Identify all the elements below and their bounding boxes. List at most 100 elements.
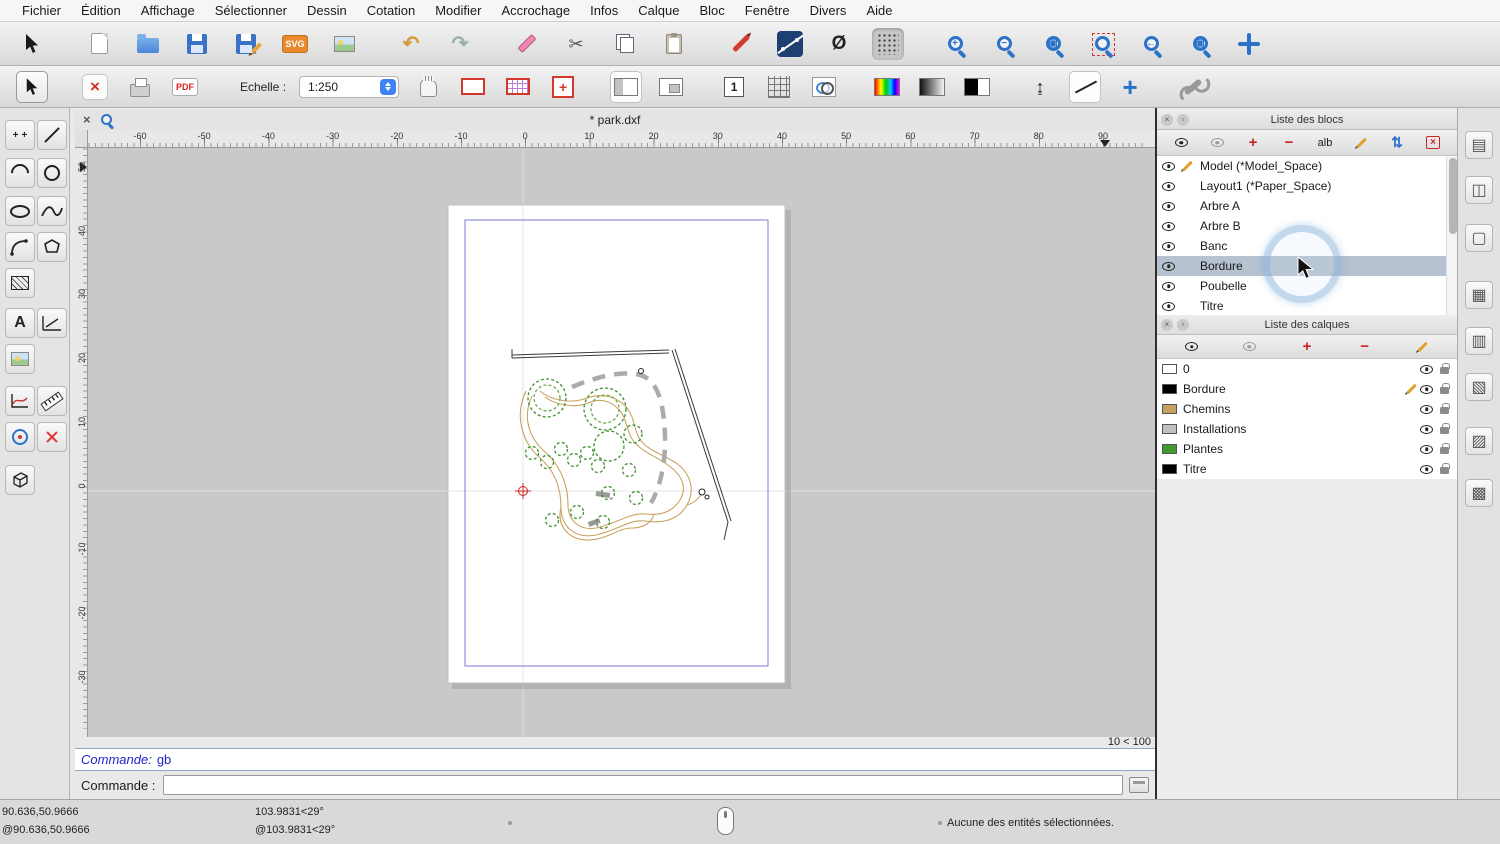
- polyline-mode-button[interactable]: [774, 28, 806, 60]
- line-style-button[interactable]: [1069, 70, 1102, 103]
- block-row-layout1-paper-space[interactable]: Layout1 (*Paper_Space): [1157, 176, 1457, 196]
- block-row-titre[interactable]: Titre: [1157, 296, 1457, 315]
- draw-pen-button[interactable]: [725, 28, 757, 60]
- view-3d-tool-button[interactable]: [5, 465, 35, 495]
- block-visibility-eye-icon[interactable]: [1162, 221, 1175, 231]
- block-row-arbre-a[interactable]: Arbre A: [1157, 196, 1457, 216]
- flip-vertical-button[interactable]: ↨: [1024, 71, 1056, 103]
- arc-tool-button[interactable]: [5, 158, 35, 188]
- columns-panel-icon[interactable]: ▧: [1465, 373, 1493, 401]
- command-options-icon[interactable]: [1129, 777, 1149, 793]
- image-tool-button[interactable]: [5, 344, 35, 374]
- snap-tool-button[interactable]: [37, 422, 67, 452]
- zoom-detail-button[interactable]: [808, 71, 840, 103]
- show-block-button[interactable]: [1168, 133, 1194, 153]
- polygon-tool-button[interactable]: [37, 232, 67, 262]
- document-zoom-icon[interactable]: [101, 114, 112, 125]
- zoom-out-button[interactable]: −: [988, 28, 1020, 60]
- info-tool-button[interactable]: [5, 386, 35, 416]
- menu-item-dessin[interactable]: Dessin: [297, 3, 357, 18]
- layer-visibility-eye-icon[interactable]: [1420, 464, 1433, 474]
- remove-layer-button[interactable]: −: [1352, 337, 1378, 357]
- pdf-export-button[interactable]: PDF: [169, 71, 201, 103]
- layer-lock-icon[interactable]: [1440, 423, 1450, 434]
- paste-button[interactable]: [658, 28, 690, 60]
- layer-visibility-eye-icon[interactable]: [1420, 424, 1433, 434]
- block-row-banc[interactable]: Banc: [1157, 236, 1457, 256]
- layer-visibility-eye-icon[interactable]: [1420, 364, 1433, 374]
- text-tool-button[interactable]: A: [5, 308, 35, 338]
- measure-tool-button[interactable]: [37, 386, 67, 416]
- close-panel-icon[interactable]: ×: [1161, 114, 1173, 126]
- notes-panel-icon[interactable]: ▨: [1465, 427, 1493, 455]
- menu-item-infos[interactable]: Infos: [580, 3, 628, 18]
- selection-tool-button[interactable]: [16, 28, 48, 60]
- command-input[interactable]: [163, 775, 1123, 795]
- line-tool-button[interactable]: [37, 120, 67, 150]
- dimension-tool-button[interactable]: [37, 308, 67, 338]
- clipboard-panel-icon[interactable]: ▩: [1465, 479, 1493, 507]
- viewport-inset-button[interactable]: [655, 71, 687, 103]
- active-tool-button[interactable]: [16, 70, 48, 103]
- add-layer-button[interactable]: +: [1294, 337, 1320, 357]
- sheet-view-icon[interactable]: ▢: [1465, 224, 1493, 252]
- filter-panel-icon[interactable]: ▥: [1465, 327, 1493, 355]
- delete-tool-button[interactable]: [511, 28, 543, 60]
- layer-visibility-eye-icon[interactable]: [1420, 384, 1433, 394]
- point-tool-button[interactable]: + +: [5, 120, 35, 150]
- menu-item-e-dition[interactable]: Édition: [71, 3, 131, 18]
- viewport-shaded-button[interactable]: [610, 70, 643, 103]
- block-row-model-model-space[interactable]: Model (*Model_Space): [1157, 156, 1457, 176]
- grayscale-button[interactable]: [916, 71, 948, 103]
- cut-button[interactable]: ✂: [560, 28, 592, 60]
- block-visibility-eye-icon[interactable]: [1162, 181, 1175, 191]
- edit-layer-button[interactable]: [1409, 337, 1435, 357]
- undo-button[interactable]: ↶: [395, 28, 427, 60]
- block-row-arbre-b[interactable]: Arbre B: [1157, 216, 1457, 236]
- layer-lock-icon[interactable]: [1440, 383, 1450, 394]
- block-visibility-eye-icon[interactable]: [1162, 261, 1175, 271]
- svg-export-button[interactable]: SVG: [279, 28, 311, 60]
- scrollbar-thumb[interactable]: [1448, 158, 1457, 234]
- auto-zoom-button[interactable]: ▣: [1037, 28, 1069, 60]
- menu-item-bloc[interactable]: Bloc: [689, 3, 734, 18]
- drawing-canvas[interactable]: [88, 148, 1155, 737]
- grid-lines-button[interactable]: [763, 71, 795, 103]
- paper-grid-button[interactable]: [502, 71, 534, 103]
- zoom-window-button[interactable]: ▣: [1184, 28, 1216, 60]
- layer-lock-icon[interactable]: [1440, 363, 1450, 374]
- close-drawing-button[interactable]: ×: [79, 71, 111, 103]
- rename-block-button[interactable]: alb: [1312, 133, 1338, 153]
- layer-lock-icon[interactable]: [1440, 443, 1450, 454]
- delete-block-button[interactable]: ×: [1420, 133, 1446, 153]
- menu-item-affichage[interactable]: Affichage: [131, 3, 205, 18]
- layer-lock-icon[interactable]: [1440, 463, 1450, 474]
- origin-marker-button[interactable]: +: [547, 71, 579, 103]
- close-panel-icon[interactable]: ×: [1161, 319, 1173, 331]
- menu-item-modifier[interactable]: Modifier: [425, 3, 491, 18]
- print-button[interactable]: [124, 71, 156, 103]
- zoom-in-button[interactable]: +: [939, 28, 971, 60]
- close-document-icon[interactable]: ×: [83, 112, 91, 127]
- crosshair-button[interactable]: +: [1114, 71, 1146, 103]
- sort-blocks-button[interactable]: ⇅: [1384, 133, 1410, 153]
- menu-item-divers[interactable]: Divers: [800, 3, 857, 18]
- hide-block-button[interactable]: [1204, 133, 1230, 153]
- black-white-button[interactable]: [961, 71, 993, 103]
- polyline-tool-button[interactable]: [5, 232, 35, 262]
- block-visibility-eye-icon[interactable]: [1162, 201, 1175, 211]
- bitmap-export-button[interactable]: [328, 28, 360, 60]
- property-editor-icon[interactable]: ▤: [1465, 131, 1493, 159]
- redo-button[interactable]: ↷: [444, 28, 476, 60]
- layer-lock-icon[interactable]: [1440, 403, 1450, 414]
- detach-panel-icon[interactable]: ▫: [1177, 114, 1189, 126]
- blocks-scrollbar[interactable]: [1446, 156, 1457, 315]
- open-file-button[interactable]: [132, 28, 164, 60]
- pan-button[interactable]: [1233, 28, 1265, 60]
- list-view-icon[interactable]: ▦: [1465, 281, 1493, 309]
- single-view-button[interactable]: 1: [718, 71, 750, 103]
- layer-row-bordure[interactable]: Bordure: [1157, 379, 1457, 399]
- detach-panel-icon[interactable]: ▫: [1177, 319, 1189, 331]
- grid-toggle-button[interactable]: [872, 27, 904, 60]
- circle-tool-button[interactable]: [37, 158, 67, 188]
